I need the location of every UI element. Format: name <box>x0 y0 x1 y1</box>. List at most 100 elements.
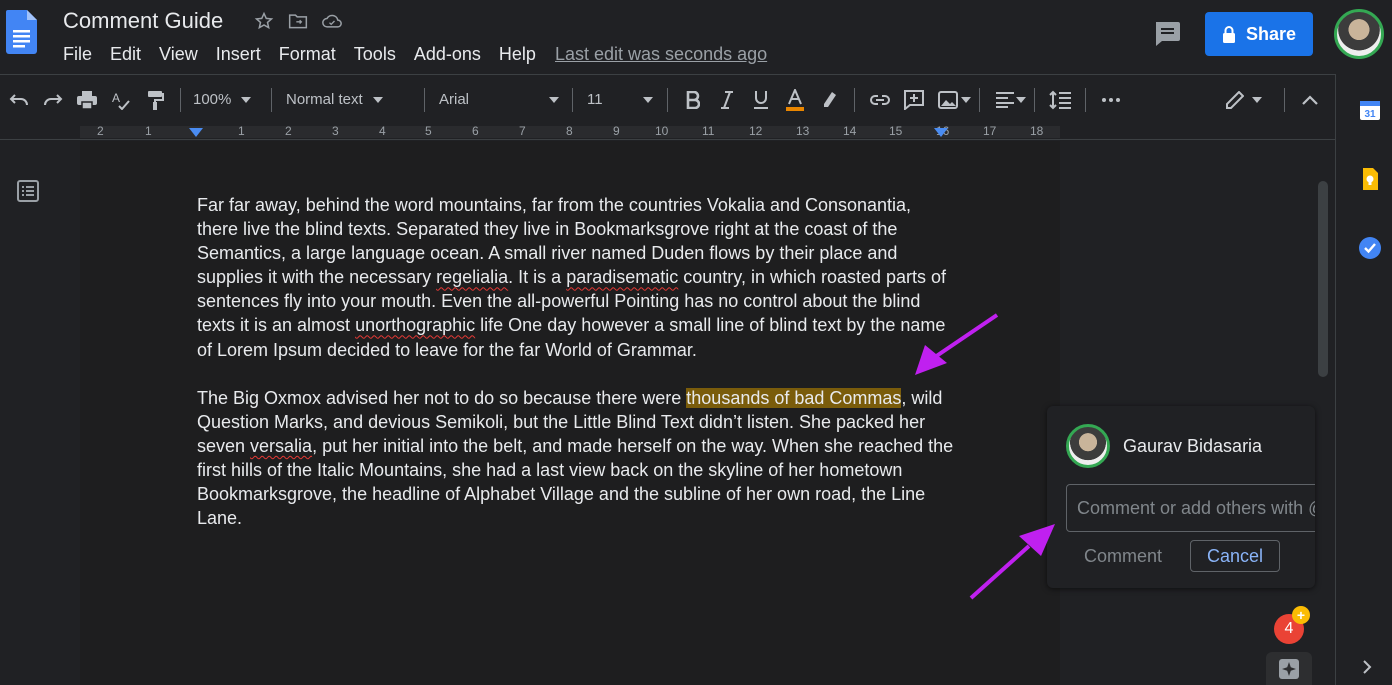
explore-button[interactable] <box>1266 652 1312 685</box>
ruler-label: 7 <box>519 124 526 138</box>
toolbar-divider <box>854 87 855 112</box>
cloud-saved-icon[interactable] <box>322 10 342 32</box>
share-button[interactable]: Share <box>1205 12 1313 56</box>
text-run: . It is a <box>508 267 567 288</box>
ruler-label: 1 <box>145 124 152 138</box>
caret-down-icon[interactable] <box>1252 96 1262 103</box>
ruler-label: 1 <box>238 124 245 138</box>
comment-box: Gaurav Bidasaria Comment Cancel <box>1047 406 1315 588</box>
more-icon[interactable] <box>1094 83 1128 117</box>
zoom-value: 100% <box>193 91 232 108</box>
ruler-label: 3 <box>332 124 339 138</box>
ruler-label: 15 <box>889 124 903 138</box>
star-icon[interactable] <box>254 10 274 32</box>
style-select[interactable]: Normal text <box>286 83 416 117</box>
font-select[interactable]: Arial <box>439 83 564 117</box>
highlight-color-icon[interactable] <box>812 83 846 117</box>
line-spacing-icon[interactable] <box>1043 83 1077 117</box>
document-body[interactable]: Far far away, behind the word mountains,… <box>197 193 957 554</box>
share-label: Share <box>1245 23 1297 44</box>
font-size-select[interactable]: 11 <box>587 83 659 117</box>
ruler-label: 2 <box>97 124 104 138</box>
caret-down-icon[interactable] <box>961 96 971 103</box>
add-comment-icon[interactable] <box>897 83 931 117</box>
ruler-label: 18 <box>1030 124 1044 138</box>
menu-tools[interactable]: Tools <box>354 44 396 65</box>
toolbar-divider <box>271 87 272 112</box>
toolbar-divider <box>1034 87 1035 112</box>
toolbar-divider <box>572 87 573 112</box>
paragraph[interactable]: The Big Oxmox advised her not to do so b… <box>197 386 957 531</box>
caret-down-icon <box>643 96 653 103</box>
chevron-right-icon[interactable] <box>1362 658 1372 679</box>
misspelled-word[interactable]: regelialia <box>436 267 508 287</box>
comment-button[interactable]: Comment <box>1066 540 1180 572</box>
caret-down-icon <box>241 96 252 103</box>
spellcheck-icon[interactable]: A <box>104 83 138 117</box>
right-indent-marker[interactable] <box>934 128 948 137</box>
collapse-menus-icon[interactable] <box>1293 83 1327 117</box>
toolbar-divider <box>1085 87 1086 112</box>
comment-history-icon[interactable] <box>1153 20 1181 46</box>
title-bar: Comment Guide File Edit View Insert Form… <box>0 0 1384 74</box>
underline-icon[interactable] <box>744 83 778 117</box>
lock-icon <box>1222 26 1235 43</box>
last-edit-link[interactable]: Last edit was seconds ago <box>555 44 767 65</box>
left-indent-marker[interactable] <box>189 128 203 137</box>
undo-icon[interactable] <box>2 83 36 117</box>
ruler-label: 11 <box>702 124 715 138</box>
ruler-label: 13 <box>796 124 810 138</box>
document-page[interactable]: Far far away, behind the word mountains,… <box>80 141 1060 685</box>
account-avatar[interactable] <box>1334 9 1384 59</box>
toolbar-divider <box>424 87 425 112</box>
vertical-scrollbar[interactable] <box>1318 181 1328 377</box>
menu-insert[interactable]: Insert <box>216 44 261 65</box>
ruler-label: 2 <box>285 124 292 138</box>
ruler-label: 5 <box>425 124 432 138</box>
menu-edit[interactable]: Edit <box>110 44 141 65</box>
tasks-icon[interactable] <box>1358 236 1382 260</box>
insert-link-icon[interactable] <box>863 83 897 117</box>
misspelled-word[interactable]: unorthographic <box>355 315 475 335</box>
document-outline-icon[interactable] <box>16 179 40 203</box>
menu-format[interactable]: Format <box>279 44 336 65</box>
redo-icon[interactable] <box>36 83 70 117</box>
ruler-label: 17 <box>983 124 997 138</box>
ruler-label: 9 <box>613 124 620 138</box>
menu-help[interactable]: Help <box>499 44 536 65</box>
avatar <box>1066 424 1110 468</box>
calendar-icon[interactable]: 31 <box>1358 98 1382 122</box>
commented-text-highlight[interactable]: thousands of bad Commas <box>686 387 902 408</box>
editing-mode-icon[interactable] <box>1218 83 1252 117</box>
paragraph[interactable]: Far far away, behind the word mountains,… <box>197 193 957 362</box>
toolbar-divider <box>667 87 668 112</box>
menu-file[interactable]: File <box>63 44 92 65</box>
add-badge: + <box>1292 606 1310 624</box>
menu-bar: File Edit View Insert Format Tools Add-o… <box>63 44 554 65</box>
caret-down-icon[interactable] <box>1016 96 1026 103</box>
misspelled-word[interactable]: versalia <box>250 436 312 456</box>
misspelled-word[interactable]: paradisematic <box>566 267 678 287</box>
text-color-icon[interactable] <box>778 83 812 117</box>
font-value: Arial <box>439 91 470 108</box>
menu-addons[interactable]: Add-ons <box>414 44 481 65</box>
insert-image-icon[interactable] <box>931 83 965 117</box>
bold-icon[interactable] <box>676 83 710 117</box>
toolbar-divider <box>1284 87 1285 112</box>
comment-input[interactable] <box>1066 484 1315 532</box>
keep-icon[interactable] <box>1358 167 1382 191</box>
comment-author-name: Gaurav Bidasaria <box>1123 436 1263 456</box>
paint-format-icon[interactable] <box>138 83 172 117</box>
cancel-button[interactable]: Cancel <box>1190 540 1280 572</box>
ruler-label: 12 <box>749 124 763 138</box>
italic-icon[interactable] <box>710 83 744 117</box>
document-title[interactable]: Comment Guide <box>63 8 223 34</box>
ruler[interactable]: 2 1 1 2 3 4 5 6 7 8 9 10 11 12 13 14 15 … <box>0 124 1335 140</box>
menu-view[interactable]: View <box>159 44 198 65</box>
ruler-label: 8 <box>566 124 573 138</box>
print-icon[interactable] <box>70 83 104 117</box>
svg-text:31: 31 <box>1364 109 1376 120</box>
move-folder-icon[interactable] <box>288 10 308 32</box>
zoom-select[interactable]: 100% <box>193 83 263 117</box>
docs-logo-icon[interactable] <box>6 10 37 54</box>
